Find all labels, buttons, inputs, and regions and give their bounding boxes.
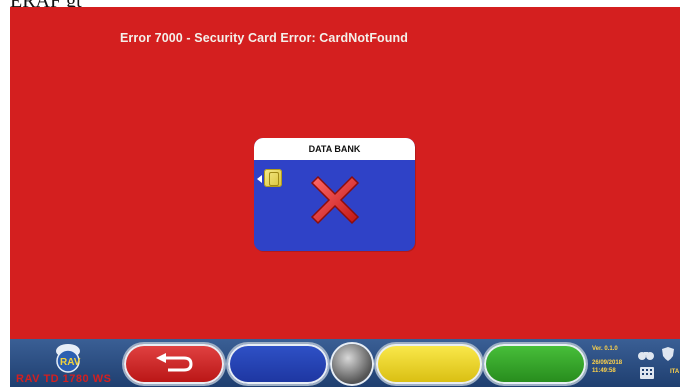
keyboard-icon[interactable] <box>640 367 654 379</box>
brand-model: RAV TD 1780 WS <box>16 373 112 385</box>
time-text: 11:49:58 <box>592 368 616 374</box>
card-header: DATA BANK <box>254 138 415 160</box>
bottom-toolbar: RAV RAV TD 1780 WS Ver. 0.1.0 26/09/2018… <box>10 339 680 387</box>
brand-logo-icon: RAV <box>56 344 81 373</box>
version-text: Ver. 0.1.0 <box>592 346 618 352</box>
back-arrow-icon <box>156 353 193 372</box>
chip-icon <box>264 169 282 187</box>
binoculars-icon[interactable] <box>638 349 654 361</box>
data-bank-card: DATA BANK <box>254 138 415 251</box>
back-button[interactable] <box>124 344 224 384</box>
status-panel: Ver. 0.1.0 26/09/2018 11:49:58 <box>592 345 622 375</box>
shield-icon[interactable] <box>662 347 674 361</box>
yellow-function-button[interactable] <box>376 344 482 384</box>
error-cross-icon <box>310 175 360 225</box>
error-message: Error 7000 - Security Card Error: CardNo… <box>120 31 408 45</box>
date-text: 26/09/2018 <box>592 360 623 366</box>
green-function-button[interactable] <box>484 344 586 384</box>
svg-text:RAV: RAV <box>60 357 81 368</box>
error-screen: Error 7000 - Security Card Error: CardNo… <box>10 7 680 339</box>
brand-logo: RAV RAV TD 1780 WS <box>10 341 120 387</box>
gray-round-button[interactable] <box>332 344 372 384</box>
blue-function-button[interactable] <box>228 344 328 384</box>
language-indicator[interactable]: ITA <box>670 369 679 375</box>
insert-arrow-icon <box>257 175 262 183</box>
